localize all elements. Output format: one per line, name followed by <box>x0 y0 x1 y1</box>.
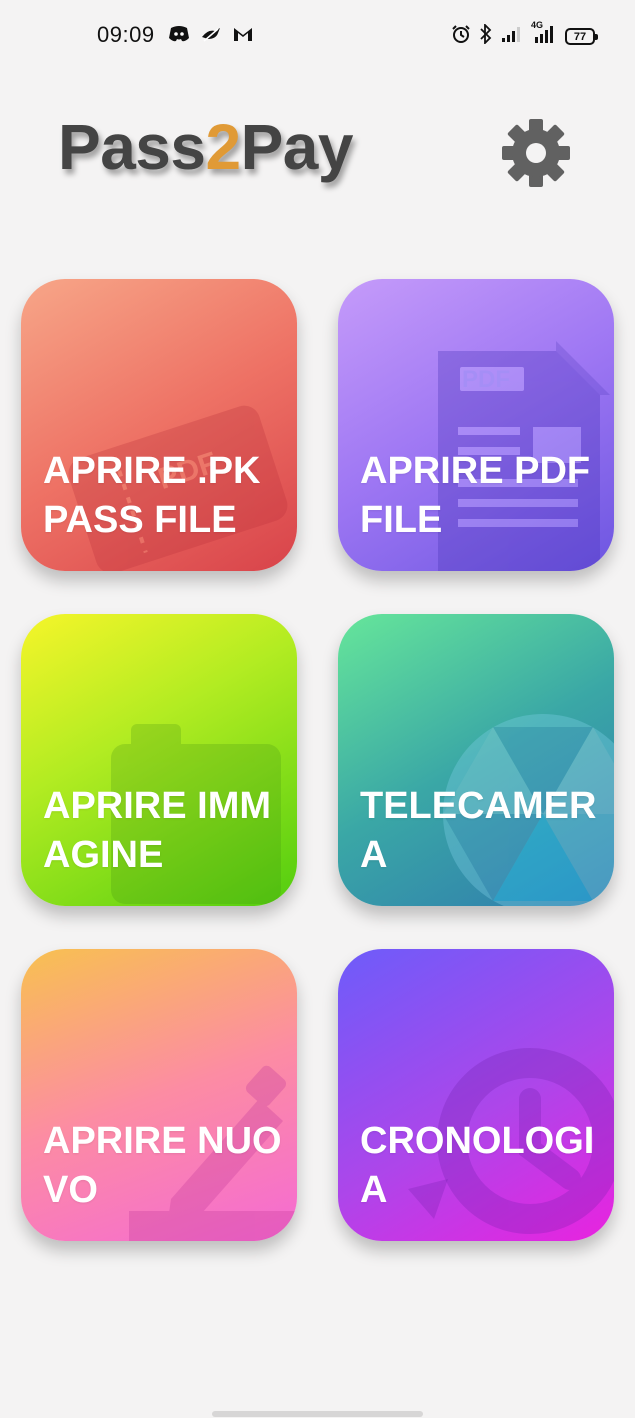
tile-label: TELECAMERA <box>360 785 597 876</box>
app-title-part1: Pass <box>58 111 206 183</box>
signal-icon <box>501 25 523 48</box>
settings-button[interactable] <box>500 117 572 189</box>
home-indicator[interactable] <box>212 1411 423 1417</box>
status-time: 09:09 <box>97 22 155 47</box>
4g-signal-icon: 4G <box>531 20 557 49</box>
tile-label: APRIRE IMMAGINE <box>43 785 271 876</box>
app-title-accent: 2 <box>205 111 241 183</box>
tile-label: CRONOLOGIA <box>360 1120 595 1211</box>
app-title: Pass2Pay <box>58 110 353 184</box>
open-image-tile[interactable]: APRIRE IMMAGINE <box>21 614 297 906</box>
open-pdf-file-tile[interactable]: PDF APRIRE PDF FILE <box>338 279 614 571</box>
discord-icon <box>168 25 190 48</box>
network-type-label: 4G <box>531 20 544 30</box>
bird-icon <box>200 25 222 48</box>
open-pkpass-file-tile[interactable]: PDF APRIRE .PKPASS FILE <box>21 279 297 571</box>
battery-level: 77 <box>573 30 587 43</box>
pdf-badge-text: PDF <box>462 366 510 393</box>
bluetooth-icon <box>479 22 493 49</box>
tile-label: APRIRE NUOVO <box>43 1120 282 1211</box>
system-status-icons: 4G 77 <box>451 20 598 49</box>
history-tile[interactable]: CRONOLOGIA <box>338 949 614 1241</box>
gmail-icon <box>232 25 254 48</box>
battery-icon: 77 <box>565 28 598 45</box>
status-bar: 09:09 4G 77 <box>0 0 635 72</box>
open-new-tile[interactable]: APRIRE NUOVO <box>21 949 297 1241</box>
alarm-icon <box>451 24 471 49</box>
camera-tile[interactable]: TELECAMERA <box>338 614 614 906</box>
tile-label: APRIRE .PKPASS FILE <box>43 450 261 541</box>
gear-icon <box>502 119 570 187</box>
notification-icons <box>168 25 254 48</box>
tile-label: APRIRE PDF FILE <box>360 450 591 541</box>
app-title-part2: Pay <box>240 111 354 183</box>
